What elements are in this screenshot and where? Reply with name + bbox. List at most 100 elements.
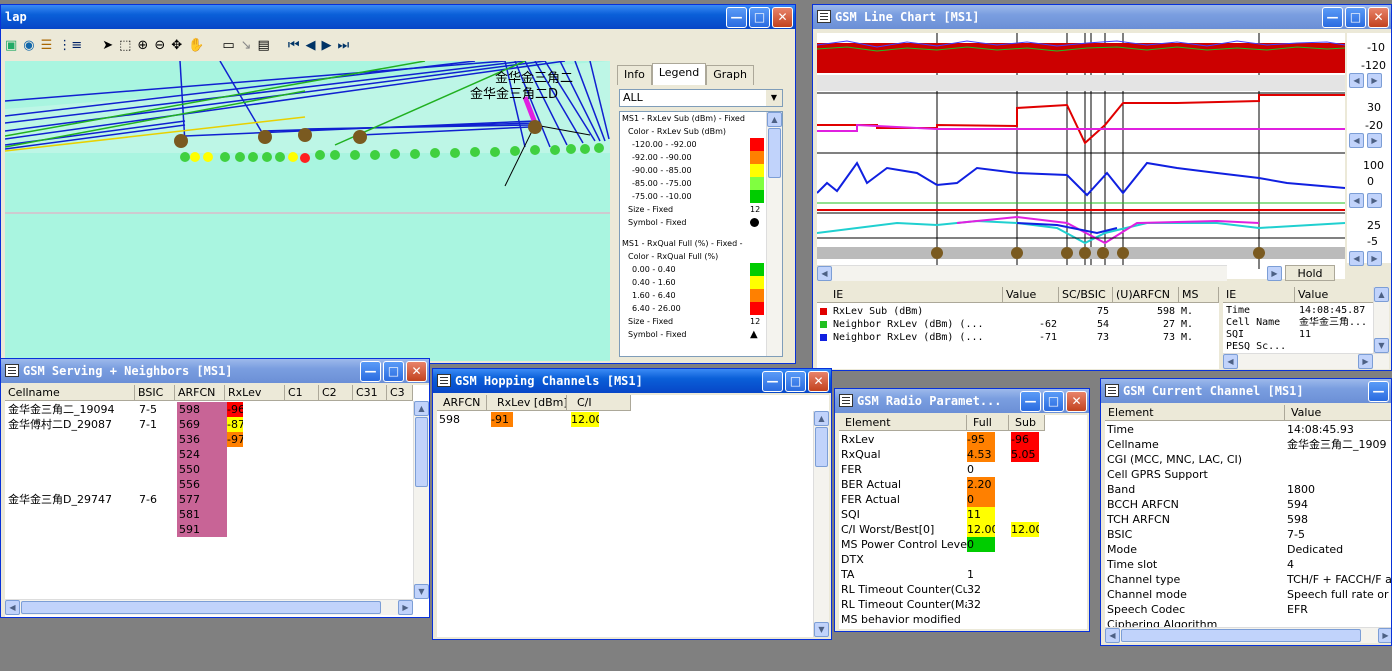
zoom-in-icon[interactable]: ⊕ — [137, 38, 148, 53]
axis-2-left-button[interactable]: ◀ — [1349, 133, 1364, 148]
prev-icon[interactable]: ◀ — [306, 38, 316, 53]
hop-header-ci: C/I — [567, 395, 631, 411]
legend-subheading-2: Color - RxQual Full (%) — [628, 252, 719, 261]
info-table: IE Value Time 14:08:45.87 Cell Name 金华金三角..… — [1223, 287, 1389, 369]
axis-3-bottom: 0 — [1367, 175, 1374, 188]
info-cell: SQI — [1226, 329, 1245, 340]
select-icon[interactable]: ⬚ — [119, 38, 131, 53]
serving-cellname — [8, 507, 134, 522]
minimize-button[interactable]: — — [1368, 381, 1389, 402]
minimize-button[interactable]: — — [762, 371, 783, 392]
minimize-button[interactable]: — — [1020, 391, 1041, 412]
close-button[interactable]: ✕ — [406, 361, 427, 382]
info-hscroll[interactable]: ◀ ▶ — [1223, 353, 1389, 369]
first-icon[interactable]: ⏮ — [288, 38, 300, 53]
maximize-button[interactable]: □ — [1043, 391, 1064, 412]
current-value: 金华金三角二_1909 — [1287, 438, 1387, 451]
radio-element: SQI — [841, 508, 860, 521]
radio-header-sub: Sub — [1009, 415, 1045, 431]
info-vscroll[interactable]: ▲ ▼ — [1373, 287, 1389, 353]
maximize-button[interactable]: □ — [785, 371, 806, 392]
arrow-tool-icon[interactable]: ↘ — [241, 38, 252, 53]
axis-3-left-button[interactable]: ◀ — [1349, 193, 1364, 208]
serving-vscroll[interactable]: ▲ ▼ — [413, 401, 429, 599]
layers-icon[interactable]: ☰ — [41, 38, 53, 53]
properties-icon[interactable]: ▤ — [258, 38, 270, 53]
minimize-button[interactable]: — — [360, 361, 381, 382]
axis-1-right-button[interactable]: ▶ — [1367, 73, 1382, 88]
legend-subheading-1: Color - RxLev Sub (dBm) — [628, 127, 727, 136]
legend-filter-select[interactable]: ALL ▼ — [619, 89, 783, 107]
pointer-icon[interactable]: ➤ — [102, 38, 113, 53]
layer-icon[interactable]: ▣ — [5, 38, 17, 53]
serving-bsic — [139, 507, 173, 522]
list-icon[interactable]: ⋮≡ — [58, 38, 82, 53]
hop-rxlev: -91 — [491, 412, 513, 427]
axis-2-right-button[interactable]: ▶ — [1367, 133, 1382, 148]
tab-graph[interactable]: Graph — [706, 65, 754, 85]
legend-range-label: 0.40 - 1.60 — [632, 278, 676, 287]
radio-sub: -96 — [1011, 432, 1039, 447]
legend-symbol-1: Symbol - Fixed — [628, 218, 687, 227]
legend-size-1-value: 12 — [750, 205, 761, 214]
current-element: Cell GPRS Support — [1107, 468, 1208, 481]
axis-4-left-button[interactable]: ◀ — [1349, 251, 1364, 266]
legend-scrollbar[interactable]: ▲ — [766, 112, 782, 356]
legend-color-swatch — [750, 302, 764, 315]
serving-titlebar[interactable]: GSM Serving + Neighbors [MS1] — □ ✕ — [1, 359, 429, 383]
ie-cell: 598 — [1156, 306, 1175, 317]
serving-rxlev: -97 — [227, 432, 243, 447]
maximize-button[interactable]: □ — [1345, 7, 1366, 28]
hop-header-rxlev: RxLev [dBm] — [487, 395, 567, 411]
map-canvas[interactable]: 金华金三角二 金华金三角二D — [5, 61, 610, 361]
chart-scrollbar[interactable]: ◀ — [817, 265, 1227, 281]
serving-neighbors-window: GSM Serving + Neighbors [MS1] — □ ✕ Cellna… — [0, 358, 430, 618]
globe-icon[interactable]: ◉ — [23, 38, 34, 53]
current-hscroll[interactable]: ◀ ▶ — [1105, 627, 1391, 643]
line-chart-titlebar[interactable]: GSM Line Chart [MS1] — □ ✕ — [813, 5, 1391, 29]
tab-legend[interactable]: Legend — [651, 63, 707, 85]
chevron-down-icon[interactable]: ▼ — [766, 90, 782, 106]
close-button[interactable]: ✕ — [808, 371, 829, 392]
line-chart-area[interactable] — [816, 33, 1346, 279]
serving-hscroll[interactable]: ◀ ▶ — [5, 599, 413, 615]
triangle-symbol-icon: ▲ — [750, 329, 758, 340]
fit-icon[interactable]: ✥ — [171, 38, 182, 53]
axis-3-right-button[interactable]: ▶ — [1367, 193, 1382, 208]
legend-heading-2: MS1 - RxQual Full (%) - Fixed - — [622, 239, 743, 248]
window-icon — [839, 394, 853, 407]
next-icon[interactable]: ▶ — [322, 38, 332, 53]
legend-range-row: 6.40 - 26.00 — [620, 302, 782, 315]
pan-hand-icon[interactable]: ✋ — [188, 38, 204, 53]
close-button[interactable]: ✕ — [1368, 7, 1389, 28]
radio-full: 0 — [967, 492, 995, 507]
maximize-button[interactable]: □ — [383, 361, 404, 382]
legend-range-label: -90.00 - -85.00 — [632, 166, 692, 175]
close-button[interactable]: ✕ — [772, 7, 793, 28]
zoom-out-icon[interactable]: ⊖ — [154, 38, 165, 53]
minimize-button[interactable]: — — [1322, 7, 1343, 28]
tab-info[interactable]: Info — [617, 65, 652, 85]
axis-1-bottom: -120 — [1361, 59, 1386, 72]
serving-header: Cellname — [5, 385, 135, 401]
current-header-value: Value — [1285, 405, 1391, 421]
legend-panel: Info Legend Graph ALL ▼ MS1 - RxLev Sub … — [613, 61, 795, 361]
close-button[interactable]: ✕ — [1066, 391, 1087, 412]
minimize-button[interactable]: — — [726, 7, 747, 28]
last-icon[interactable]: ⏭ — [338, 38, 350, 53]
current-titlebar[interactable]: GSM Current Channel [MS1] — — [1101, 379, 1391, 403]
hold-button[interactable]: Hold — [1285, 265, 1335, 281]
radio-titlebar[interactable]: GSM Radio Paramet... — □ ✕ — [835, 389, 1089, 413]
map-titlebar[interactable]: lap — □ ✕ — [1, 5, 795, 29]
serving-cellname: 金华金三角二_19094 — [8, 403, 115, 416]
hopping-vscroll[interactable]: ▲ ▼ — [813, 411, 829, 637]
axis-1-left-button[interactable]: ◀ — [1349, 73, 1364, 88]
serving-header: C31 — [353, 385, 387, 401]
axis-4-right-button[interactable]: ▶ — [1367, 251, 1382, 266]
ruler-icon[interactable]: ▭ — [222, 38, 234, 53]
maximize-button[interactable]: □ — [749, 7, 770, 28]
play-button[interactable]: ▶ — [1267, 266, 1282, 281]
legend-range-row: -75.00 - -10.00 — [620, 190, 782, 203]
info-cell: Cell Name — [1226, 317, 1281, 328]
hopping-titlebar[interactable]: GSM Hopping Channels [MS1] — □ ✕ — [433, 369, 831, 393]
